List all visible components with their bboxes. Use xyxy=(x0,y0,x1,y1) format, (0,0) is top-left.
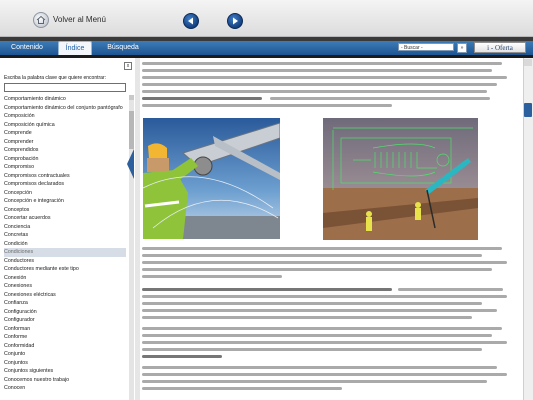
index-word-item[interactable]: Conexión xyxy=(4,274,126,283)
index-word-item[interactable]: Confianza xyxy=(4,299,126,308)
previous-page-button[interactable] xyxy=(183,13,199,29)
index-scroll-thumb[interactable] xyxy=(129,111,134,149)
blurred-text-line xyxy=(142,309,497,312)
index-prompt: Escriba la palabra clave que quiere enco… xyxy=(4,75,107,81)
index-word-item[interactable]: Compromisos contractuales xyxy=(4,172,126,181)
blurred-text-line xyxy=(142,261,507,264)
index-word-item[interactable]: Conductores xyxy=(4,257,126,266)
index-word-item[interactable]: Configurador xyxy=(4,316,126,325)
ioferta-button[interactable]: i - Oferta xyxy=(474,42,526,53)
index-word-item[interactable]: Concepción xyxy=(4,189,126,198)
blurred-text-line xyxy=(142,348,482,351)
index-word-item[interactable]: Conciencia xyxy=(4,223,126,232)
content-scroll-thumb[interactable] xyxy=(524,103,532,117)
index-word-item[interactable]: Concertar acuerdos xyxy=(4,214,126,223)
back-to-menu-link[interactable]: Volver al Menú xyxy=(53,15,106,24)
index-word-item[interactable]: Conjuntos xyxy=(4,359,126,368)
index-word-item[interactable]: Conocen xyxy=(4,384,126,393)
blurred-text-line xyxy=(270,97,490,100)
index-word-item[interactable]: Comprendidos xyxy=(4,146,126,155)
index-word-item[interactable]: Concepción e integración xyxy=(4,197,126,206)
index-word-item[interactable]: Conexiones xyxy=(4,282,126,291)
blurred-text-line xyxy=(142,268,492,271)
index-word-item[interactable]: Conexiones eléctricas xyxy=(4,291,126,300)
content-scroll-up[interactable] xyxy=(524,59,532,66)
search-go-button[interactable]: » xyxy=(457,43,467,53)
index-word-item[interactable]: Composición química xyxy=(4,121,126,130)
tab-search[interactable]: Búsqueda xyxy=(103,41,143,54)
blurred-text-line xyxy=(142,316,472,319)
index-word-item[interactable]: Conductores mediante este tipo xyxy=(4,265,126,274)
index-word-item[interactable]: Compromisos declarados xyxy=(4,180,126,189)
index-word-item[interactable]: Conceptos xyxy=(4,206,126,215)
blurred-text-line xyxy=(142,366,497,369)
blurred-text-line xyxy=(142,341,507,344)
blurred-text-line xyxy=(142,275,282,278)
blurred-text-line xyxy=(142,302,482,305)
blurred-text-line xyxy=(142,334,492,337)
index-word-item[interactable]: Conjuntos siguientes xyxy=(4,367,126,376)
blurred-text-line xyxy=(142,97,262,100)
index-word-item[interactable]: Condiciones xyxy=(4,248,126,257)
blurred-text-line xyxy=(142,355,222,358)
blurred-text-line xyxy=(142,380,487,383)
index-word-item[interactable]: Conforman xyxy=(4,325,126,334)
keyword-input[interactable] xyxy=(4,83,126,92)
index-word-item[interactable]: Concretas xyxy=(4,231,126,240)
index-word-item[interactable]: Conformidad xyxy=(4,342,126,351)
blurred-text-line xyxy=(142,254,482,257)
index-word-item[interactable]: Comprender xyxy=(4,138,126,147)
index-word-item[interactable]: Conjunto xyxy=(4,350,126,359)
tab-bar: Contenido Índice Búsqueda - Buscar - » i… xyxy=(0,41,533,55)
blurred-text-line xyxy=(142,104,392,107)
index-word-item[interactable]: Conocemos nuestro trabajo xyxy=(4,376,126,385)
blurred-text-line xyxy=(142,90,487,93)
index-word-item[interactable]: Conforme xyxy=(4,333,126,342)
next-page-button[interactable] xyxy=(227,13,243,29)
index-word-item[interactable]: Condición xyxy=(4,240,126,249)
index-word-item[interactable]: Comprende xyxy=(4,129,126,138)
insulator-drawing-photo xyxy=(323,118,478,240)
blurred-text-line xyxy=(142,387,342,390)
tab-content[interactable]: Contenido xyxy=(2,41,52,54)
arrow-right-icon xyxy=(233,17,238,25)
index-word-item[interactable]: Comportamiento dinámico xyxy=(4,95,126,104)
blurred-text-line xyxy=(142,327,502,330)
blurred-text-line xyxy=(142,288,392,291)
close-icon[interactable]: x xyxy=(124,62,132,70)
index-word-item[interactable]: Composición xyxy=(4,112,126,121)
blurred-text-line xyxy=(142,295,507,298)
index-word-item[interactable]: Comprobación xyxy=(4,155,126,164)
blurred-text-line xyxy=(142,69,492,72)
blurred-text-line xyxy=(142,62,502,65)
search-select[interactable]: - Buscar - xyxy=(398,43,454,51)
blurred-text-line xyxy=(142,373,507,376)
home-icon[interactable] xyxy=(33,12,49,28)
arrow-left-icon xyxy=(188,17,193,25)
tab-index[interactable]: Índice xyxy=(58,41,92,55)
index-word-item[interactable]: Configuración xyxy=(4,308,126,317)
index-scroll-up[interactable] xyxy=(129,95,134,100)
blurred-text-line xyxy=(398,288,503,291)
blurred-text-line xyxy=(142,247,502,250)
index-word-item[interactable]: Comportamiento dinámico del conjunto pan… xyxy=(4,104,126,113)
blurred-text-line xyxy=(142,83,497,86)
worker-crane-photo xyxy=(143,118,280,239)
index-word-item[interactable]: Compromiso xyxy=(4,163,126,172)
index-word-list: Comportamiento dinámico Comportamiento di… xyxy=(4,95,126,393)
blurred-text-line xyxy=(142,76,507,79)
